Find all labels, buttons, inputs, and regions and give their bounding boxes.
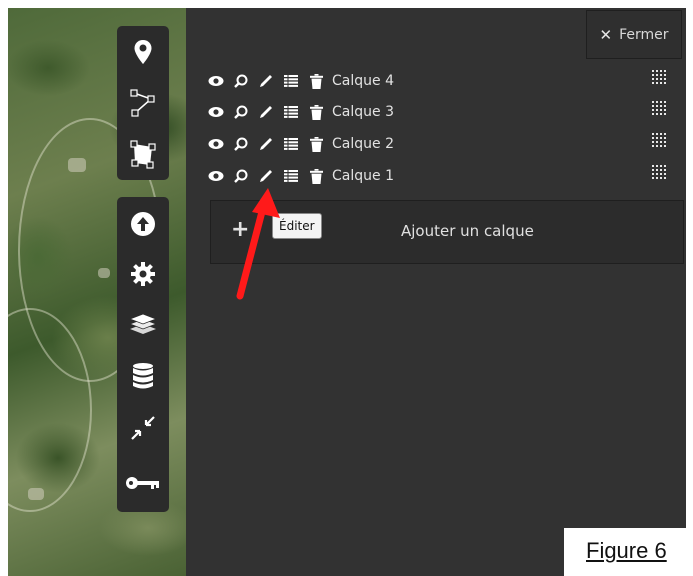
- eye-icon[interactable]: [208, 73, 224, 89]
- map-town: [28, 488, 44, 500]
- polyline-icon[interactable]: [117, 82, 169, 122]
- close-label: Fermer: [619, 26, 669, 43]
- table-icon[interactable]: [283, 73, 299, 89]
- red-arrow-annotation: [236, 188, 280, 300]
- drawing-toolbar: [117, 26, 169, 180]
- trash-icon[interactable]: [308, 136, 324, 152]
- trash-icon[interactable]: [308, 168, 324, 184]
- zoom-icon[interactable]: [233, 104, 249, 120]
- map-marker-icon[interactable]: [117, 32, 169, 72]
- trash-icon[interactable]: [308, 104, 324, 120]
- map-town: [68, 158, 86, 172]
- table-icon[interactable]: [283, 136, 299, 152]
- close-icon: ✕: [599, 25, 613, 44]
- pencil-icon[interactable]: [258, 136, 274, 152]
- database-icon[interactable]: [117, 356, 169, 396]
- zoom-icon[interactable]: [233, 136, 249, 152]
- figure-caption-box: Figure 6: [564, 528, 693, 576]
- figure-caption: Figure 6: [586, 538, 667, 563]
- zoom-icon[interactable]: [233, 73, 249, 89]
- pencil-icon[interactable]: [258, 104, 274, 120]
- layer-name[interactable]: Calque 2: [332, 136, 394, 152]
- layer-row: Calque 3: [208, 101, 394, 123]
- polygon-icon[interactable]: [117, 134, 169, 174]
- layer-row: Calque 2: [208, 133, 394, 155]
- compress-icon[interactable]: [117, 408, 169, 448]
- add-layer-label: Ajouter un calque: [401, 222, 534, 240]
- layers-icon[interactable]: [117, 304, 169, 344]
- trash-icon[interactable]: [308, 73, 324, 89]
- key-icon[interactable]: [117, 463, 169, 503]
- eye-icon[interactable]: [208, 136, 224, 152]
- pencil-icon[interactable]: [258, 73, 274, 89]
- eye-icon[interactable]: [208, 104, 224, 120]
- close-button[interactable]: ✕ Fermer: [586, 10, 682, 59]
- drag-handle-icon[interactable]: [652, 165, 668, 181]
- layer-name[interactable]: Calque 4: [332, 73, 394, 89]
- drag-handle-icon[interactable]: [652, 70, 668, 86]
- layer-row: Calque 4: [208, 70, 394, 92]
- drag-handle-icon[interactable]: [652, 133, 668, 149]
- table-icon[interactable]: [283, 104, 299, 120]
- eye-icon[interactable]: [208, 168, 224, 184]
- layer-name[interactable]: Calque 3: [332, 104, 394, 120]
- layer-name[interactable]: Calque 1: [332, 168, 394, 184]
- drag-handle-icon[interactable]: [652, 101, 668, 117]
- upload-icon[interactable]: [117, 204, 169, 244]
- map-town: [98, 268, 110, 278]
- menu-toolbar: [117, 197, 169, 512]
- gear-icon[interactable]: [117, 254, 169, 294]
